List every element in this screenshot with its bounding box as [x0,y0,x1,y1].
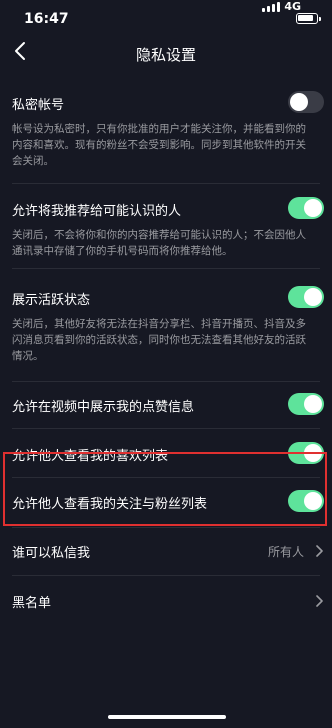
setting-activity-status: 展示活跃状态 关闭后，其他好友将无法在抖音分享栏、抖音开播页、抖音及多闪消息页看… [0,269,332,381]
activity-status-toggle[interactable] [288,286,324,308]
setting-title: 私密帐号 [12,98,65,113]
setting-who-can-message[interactable]: 谁可以私信我 所有人 [0,528,332,574]
setting-show-likes[interactable]: 允许在视频中展示我的点赞信息 [0,382,332,428]
setting-title: 允许在视频中展示我的点赞信息 [12,400,195,415]
setting-private-account: 私密帐号 帐号设为私密时，只有你批准的用户才能关注你，并能看到你的内容和喜欢。现… [0,84,332,180]
network-type: 4G [284,0,301,13]
setting-description: 关闭后，不会将你和你的内容推荐给可能认识的人；不会因他人通讯录中存储了你的手机号… [12,229,306,257]
nav-bar: 隐私设置 [0,36,332,70]
signal-icon [262,2,280,12]
battery-icon [296,13,321,24]
setting-title: 黑名单 [12,596,52,611]
setting-view-likes-list[interactable]: 允许他人查看我的喜欢列表 [0,429,332,477]
setting-value: 所有人 [267,545,304,559]
setting-title: 允许他人查看我的喜欢列表 [12,449,169,464]
status-time: 16:47 [24,11,69,27]
setting-blacklist[interactable]: 黑名单 [0,576,332,622]
chevron-right-icon [316,595,323,607]
home-indicator[interactable] [108,715,226,719]
setting-title: 允许他人查看我的关注与粉丝列表 [12,497,208,512]
toggle-knob [304,395,322,413]
private-account-toggle[interactable] [288,91,324,113]
setting-recommend: 允许将我推荐给可能认识的人 关闭后，不会将你和你的内容推荐给可能认识的人；不会因… [0,184,332,268]
show-likes-toggle[interactable] [288,393,324,415]
recommend-toggle[interactable] [288,197,324,219]
setting-title: 谁可以私信我 [12,546,91,561]
likes-list-toggle[interactable] [288,442,324,464]
status-bar: 16:47 4G [0,0,332,36]
setting-title: 展示活跃状态 [12,293,91,308]
toggle-knob [304,199,322,217]
setting-view-follow-lists[interactable]: 允许他人查看我的关注与粉丝列表 [0,478,332,526]
toggle-knob [304,444,322,462]
setting-title: 允许将我推荐给可能认识的人 [12,204,182,219]
follow-lists-toggle[interactable] [288,490,324,512]
chevron-right-icon [316,545,323,557]
toggle-knob [304,288,322,306]
toggle-knob [290,93,308,111]
setting-description: 关闭后，其他好友将无法在抖音分享栏、抖音开播页、抖音及多闪消息页看到你的活跃状态… [12,318,306,362]
page-title: 隐私设置 [135,46,196,64]
setting-description: 帐号设为私密时，只有你批准的用户才能关注你，并能看到你的内容和喜欢。现有的粉丝不… [12,123,306,167]
toggle-knob [304,492,322,510]
